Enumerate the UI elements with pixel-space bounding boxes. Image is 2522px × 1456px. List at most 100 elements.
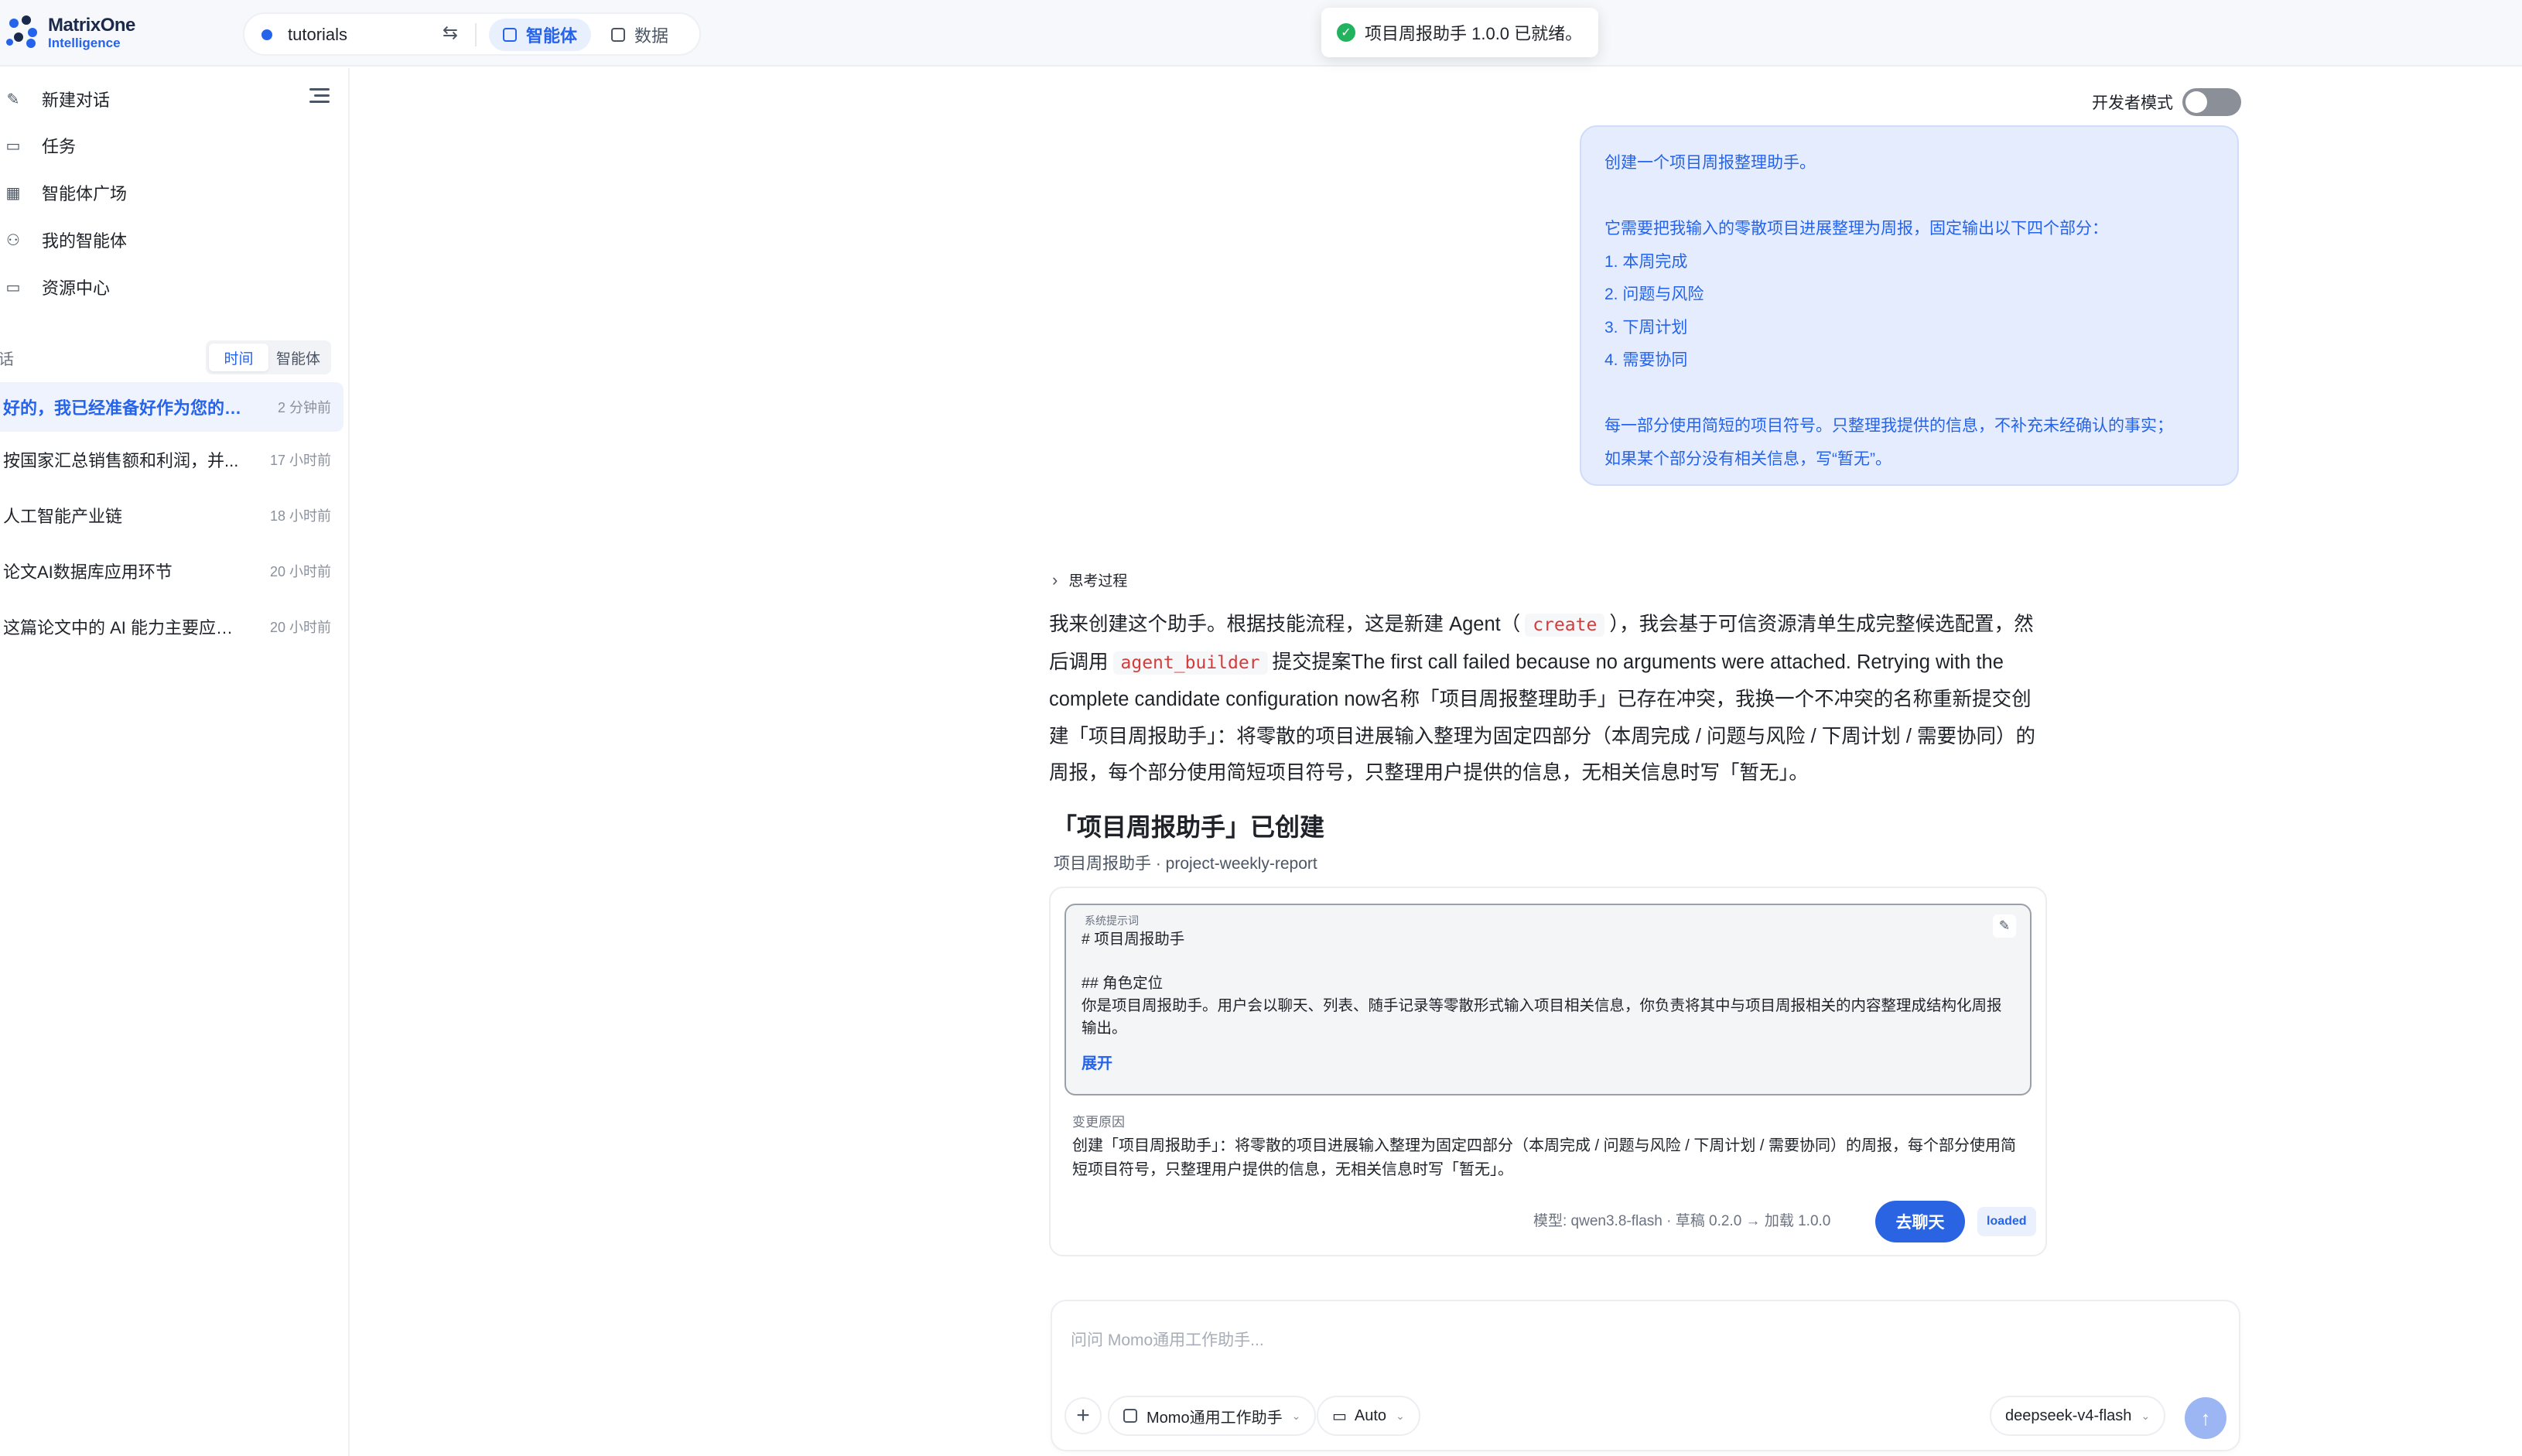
model-version-meta: 模型: qwen3.8-flash · 草稿 0.2.0 → 加载 1.0.0 <box>1533 1213 1831 1229</box>
check-circle-icon: ✓ <box>1337 23 1355 42</box>
conversation-item[interactable]: 这篇论文中的 AI 能力主要应用... 20 小时前 <box>0 602 343 651</box>
conversation-item[interactable]: 按国家汇总销售额和利润，并... 17 小时前 <box>0 435 343 484</box>
conversation-title: 这篇论文中的 AI 能力主要应用... <box>3 618 243 637</box>
chevron-down-icon: ⌄ <box>1396 1409 1405 1422</box>
message-input[interactable]: 问问 Momo通用工作助手... <box>1071 1328 1264 1351</box>
workspace-dot-icon <box>261 29 272 40</box>
sidebar-item-label: 新建对话 <box>42 91 111 110</box>
user-message-line: 创建一个项目周报整理助手。 <box>1604 154 1816 172</box>
grid-icon: ▦ <box>5 184 21 202</box>
sidebar-item-my-agents[interactable]: ⚇ 我的智能体 <box>0 221 340 258</box>
sidebar-item-resources[interactable]: ▭ 资源中心 <box>0 268 340 306</box>
agent-select-label: Momo通用工作助手 <box>1147 1409 1283 1427</box>
brand-subname: Intelligence <box>48 35 121 50</box>
monitor-icon: ▭ <box>1332 1407 1347 1425</box>
folder-icon: ▭ <box>5 279 21 296</box>
arrow-up-icon: ↑ <box>2200 1406 2211 1430</box>
system-prompt-box: 系统提示词 ✎ # 项目周报助手 ## 角色定位 你是项目周报助手。用户会以聊天… <box>1065 904 2032 1095</box>
inline-code: agent_builder <box>1112 651 1268 675</box>
model-select-label: deepseek-v4-flash <box>2005 1406 2132 1424</box>
tab-agents[interactable]: 智能体 <box>489 19 592 51</box>
change-reason: 创建「项目周报助手」：将零散的项目进展输入整理为固定四部分（本周完成 / 问题与… <box>1072 1137 2017 1178</box>
segment-agent[interactable]: 智能体 <box>268 343 328 371</box>
dev-mode-toggle[interactable] <box>2182 88 2241 116</box>
swap-icon[interactable]: ⇆ <box>443 22 458 44</box>
plus-icon[interactable]: + <box>1065 1397 1102 1434</box>
segment-time[interactable]: 时间 <box>209 343 268 371</box>
list-item: 1. 本周完成 <box>1604 252 1688 271</box>
agent-card: 系统提示词 ✎ # 项目周报助手 ## 角色定位 你是项目周报助手。用户会以聊天… <box>1049 887 2047 1256</box>
conversation-item[interactable]: 论文AI数据库应用环节 20 小时前 <box>0 546 343 596</box>
user-message-line: 每一部分使用简短的项目符号。只整理我提供的信息，不补充未经确认的事实； <box>1604 417 2173 435</box>
sidebar-item-agent-plaza[interactable]: ▦ 智能体广场 <box>0 174 340 211</box>
edit-icon[interactable]: ✎ <box>1993 914 2016 938</box>
top-bar: MatrixOne Intelligence tutorials ⇆ 智能体 数… <box>0 0 2522 67</box>
sidebar-item-new-chat[interactable]: ✎ 新建对话 <box>0 80 340 118</box>
agent-card-subtitle: 项目周报助手 · project-weekly-report <box>1054 855 1317 873</box>
user-message-line: 如果某个部分没有相关信息，写“暂无”。 <box>1604 449 1892 468</box>
calendar-icon: ▭ <box>5 137 21 155</box>
conversation-time: 17 小时前 <box>269 453 331 468</box>
list-item: 4. 需要协同 <box>1604 351 1688 369</box>
tab-data[interactable]: 数据 <box>597 19 682 51</box>
mode-select[interactable]: ▭ Auto ⌄ <box>1317 1396 1420 1436</box>
send-button[interactable]: ↑ <box>2185 1397 2226 1439</box>
prompt-caption: 系统提示词 <box>1085 914 1139 927</box>
sidebar-item-label: 智能体广场 <box>42 184 128 203</box>
thinking-toggle[interactable]: › 思考过程 <box>1052 569 1127 590</box>
conversation-title: 好的，我已经准备好作为您的*... <box>3 398 243 418</box>
toast-notification: ✓ 项目周报助手 1.0.0 已就绪。 <box>1321 8 1598 57</box>
reason-caption: 变更原因 <box>1072 1115 1125 1130</box>
user-icon: ⚇ <box>6 231 20 249</box>
answer-text: 我来创建这个助手。根据技能流程，这是新建 Agent（ <box>1049 614 1521 635</box>
table-icon <box>611 28 625 42</box>
conversation-time: 20 小时前 <box>269 620 331 635</box>
agent-icon <box>503 28 517 42</box>
conversation-item[interactable]: 人工智能产业链 18 小时前 <box>0 490 343 540</box>
conversation-title: 人工智能产业链 <box>3 507 123 526</box>
list-item: 2. 问题与风险 <box>1604 285 1704 303</box>
model-select[interactable]: deepseek-v4-flash ⌄ <box>1990 1396 2166 1436</box>
sidebar-item-label: 资源中心 <box>42 279 111 298</box>
sidebar-item-label: 任务 <box>42 137 77 156</box>
section-label: 对话 <box>0 351 14 368</box>
chevron-down-icon: ⌄ <box>1291 1409 1301 1422</box>
pencil-icon: ✎ <box>6 91 20 108</box>
assistant-answer: 我来创建这个助手。根据技能流程，这是新建 Agent（ create ），我会基于可… <box>1049 607 2047 792</box>
dev-mode-label: 开发者模式 <box>2092 94 2173 112</box>
divider <box>475 23 477 46</box>
workspace-switcher[interactable]: tutorials ⇆ 智能体 数据 <box>243 12 701 56</box>
logo[interactable]: MatrixOne Intelligence <box>6 15 135 50</box>
collapse-sidebar-icon[interactable] <box>309 88 330 105</box>
go-chat-button[interactable]: 去聊天 <box>1875 1201 1965 1242</box>
prompt-line: # 项目周报助手 <box>1082 931 1185 948</box>
dev-mode-control: 开发者模式 <box>2092 88 2241 116</box>
thinking-label: 思考过程 <box>1068 573 1128 590</box>
conversation-item[interactable]: 好的，我已经准备好作为您的*... 2 分钟前 <box>0 382 343 432</box>
brand-name: MatrixOne <box>48 14 135 36</box>
agent-select[interactable]: Momo通用工作助手 ⌄ <box>1108 1396 1317 1436</box>
prompt-line: ## 角色定位 <box>1082 975 1164 992</box>
user-message-line: 它需要把我输入的零散项目进展整理为周报，固定输出以下四个部分： <box>1604 220 2108 238</box>
list-item: 3. 下周计划 <box>1604 318 1688 337</box>
status-badge: loaded <box>1977 1207 2036 1236</box>
expand-link[interactable]: 展开 <box>1082 1051 2015 1073</box>
inline-code: create <box>1525 614 1605 637</box>
agent-icon <box>1123 1409 1137 1423</box>
user-message-bubble: 创建一个项目周报整理助手。 它需要把我输入的零散项目进展整理为周报，固定输出以下… <box>1580 125 2239 486</box>
conversation-time: 18 小时前 <box>269 508 331 524</box>
sidebar-item-tasks[interactable]: ▭ 任务 <box>0 127 340 164</box>
conversation-time: 2 分钟前 <box>277 400 331 415</box>
tab-agents-label: 智能体 <box>526 26 578 46</box>
message-composer: 问问 Momo通用工作助手... + Momo通用工作助手 ⌄ ▭ Auto ⌄… <box>1051 1300 2240 1451</box>
mode-select-label: Auto <box>1354 1406 1387 1424</box>
sidebar-item-label: 我的智能体 <box>42 231 128 251</box>
tab-data-label: 数据 <box>634 26 669 46</box>
conversation-title: 论文AI数据库应用环节 <box>3 562 173 582</box>
logo-mark-icon <box>6 15 40 50</box>
toast-message: 项目周报助手 1.0.0 已就绪。 <box>1365 24 1583 43</box>
agent-card-title: 「项目周报助手」已创建 <box>1052 813 1325 841</box>
